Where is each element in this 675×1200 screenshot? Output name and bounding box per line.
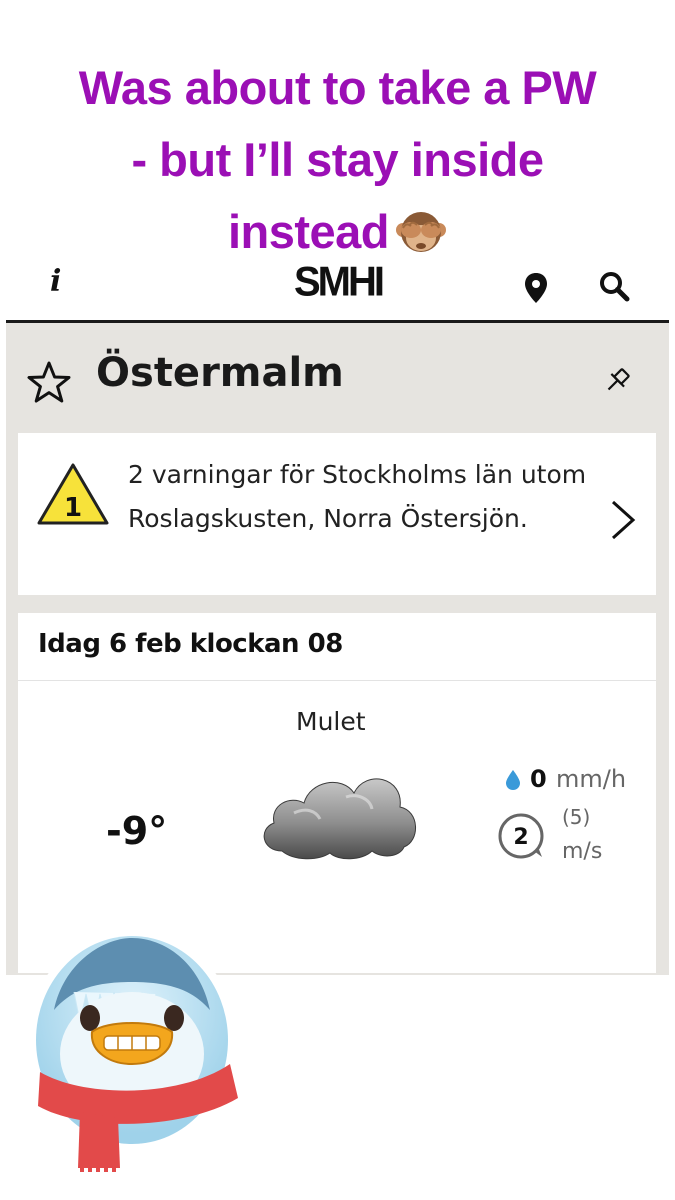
forecast-card: Idag 6 feb klockan 08 Mulet -9° 0 mm/h 2… [18, 613, 656, 973]
star-icon[interactable] [26, 360, 72, 404]
warning-text: 2 varningar för Stockholms län utom Rosl… [128, 460, 587, 533]
forecast-divider [18, 680, 656, 681]
caption-line-1: Was about to take a PW [78, 61, 597, 114]
warning-card[interactable]: 1 2 varningar för Stockholms län utom Ro… [18, 433, 656, 595]
see-no-evil-monkey-icon [396, 212, 447, 252]
wind-direction-icon: 2 [498, 813, 544, 859]
cloud-icon [263, 778, 416, 860]
pushpin-icon[interactable] [602, 366, 632, 396]
wind-gust: (5) [562, 805, 591, 829]
app-header: i SMHI [0, 252, 675, 320]
smhi-logo[interactable]: SMHI [278, 259, 398, 306]
warning-level: 1 [64, 493, 82, 523]
forecast-heading: Idag 6 feb klockan 08 [38, 629, 343, 659]
temperature: -9° [106, 809, 168, 853]
weather-condition: Mulet [296, 707, 366, 736]
location-name: Östermalm [96, 350, 344, 396]
precipitation-value: 0 [530, 765, 547, 793]
freezing-penguin-sticker [28, 928, 238, 1172]
wind-speed: 2 [513, 825, 528, 850]
caption-line-2: - but I’ll stay inside [131, 133, 544, 186]
precipitation-unit: mm/h [556, 765, 627, 793]
info-icon[interactable]: i [50, 264, 61, 299]
warning-triangle-icon: 1 [37, 463, 109, 525]
story-caption: Was about to take a PW - but I’ll stay i… [0, 52, 675, 268]
raindrop-icon [506, 770, 520, 790]
location-pin-icon[interactable] [523, 272, 549, 304]
wind-unit: m/s [562, 839, 603, 864]
chevron-right-icon[interactable] [608, 499, 638, 541]
search-icon[interactable] [598, 270, 630, 302]
caption-line-3-text: instead [227, 205, 390, 258]
